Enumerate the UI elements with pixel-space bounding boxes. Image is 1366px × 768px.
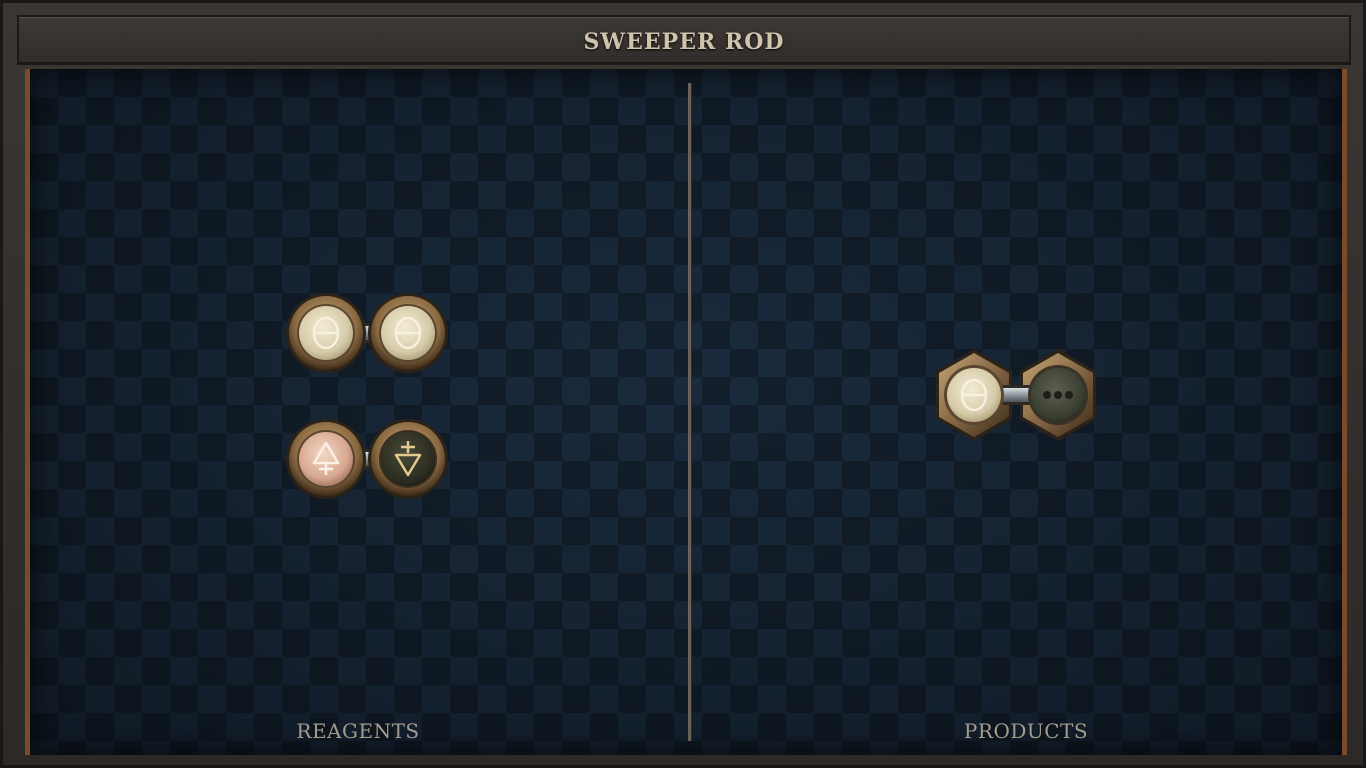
atom-fire[interactable]	[286, 419, 366, 499]
atom-quintessence[interactable]	[1028, 365, 1088, 425]
reagents-label: REAGENTS	[296, 719, 420, 743]
reaction-board: REAGENTS PRODUCTS	[25, 69, 1347, 755]
atom-water[interactable]	[368, 419, 448, 499]
three-dots-icon	[1043, 391, 1073, 399]
products-label: PRODUCTS	[963, 719, 1089, 743]
product-molecule-salt-quintessence[interactable]	[932, 347, 1100, 443]
window-frame: SWEEPER ROD REAGENTS PRODUCTS	[0, 0, 1366, 768]
reagent-molecule-fire-water[interactable]	[284, 417, 450, 501]
panel-divider	[688, 83, 691, 741]
reagent-molecule-salt-salt[interactable]	[284, 291, 450, 375]
title-bar: SWEEPER ROD	[17, 15, 1351, 65]
page-title: SWEEPER ROD	[583, 29, 785, 55]
atom-salt[interactable]	[286, 293, 366, 373]
atom-salt[interactable]	[944, 365, 1004, 425]
atom-salt[interactable]	[368, 293, 448, 373]
